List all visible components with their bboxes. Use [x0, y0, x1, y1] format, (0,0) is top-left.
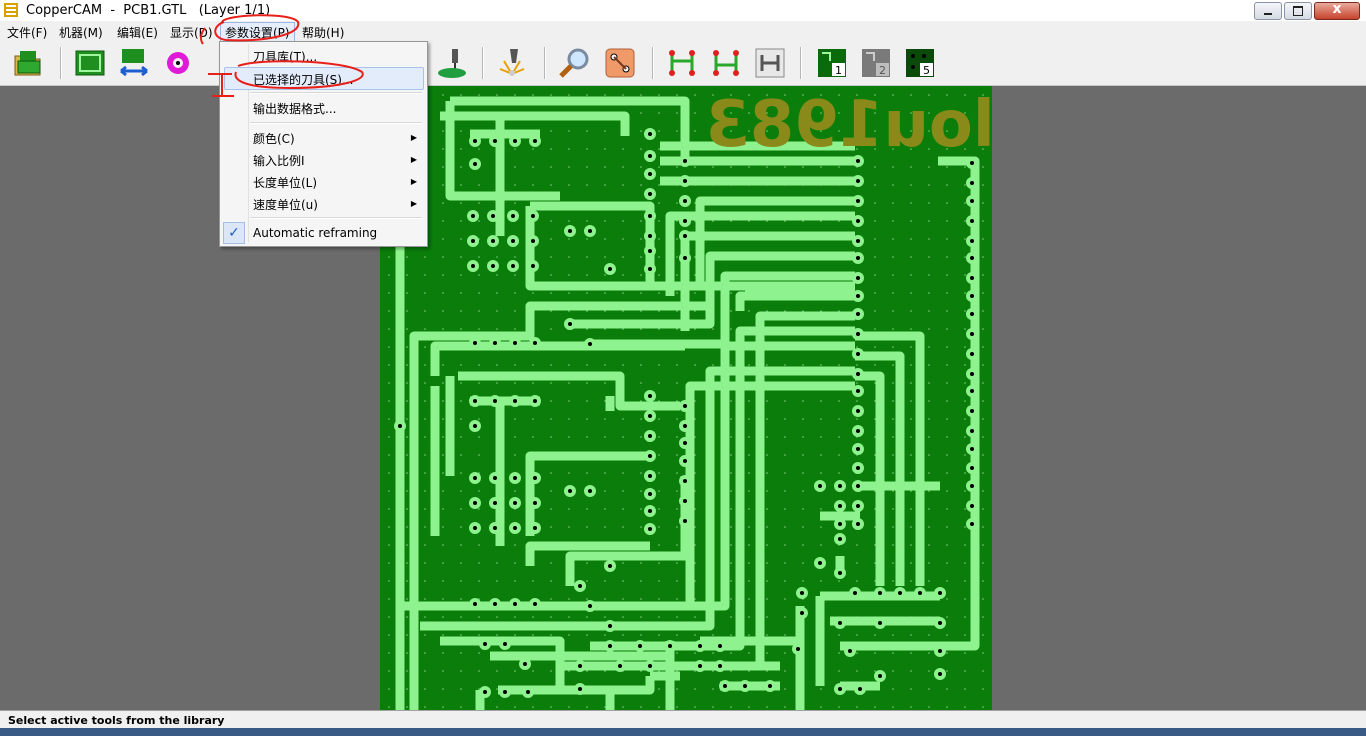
menu-separator — [250, 92, 422, 94]
submenu-arrow-icon: ▶ — [410, 199, 417, 208]
close-icon: x — [1332, 1, 1342, 17]
menu-item-speed-unit[interactable]: 速度单位(u) — [253, 196, 318, 213]
window-title: CopperCAM - PCB1.GTL (Layer 1/1) — [26, 3, 271, 18]
board-mirrored-text: lou1983 — [705, 88, 992, 162]
layer-5-label: 5 — [923, 64, 930, 77]
toolbar-separator — [800, 47, 802, 79]
menu-item-colors[interactable]: 颜色(C) — [253, 130, 295, 147]
menu-machine[interactable]: 机器(M) — [59, 24, 103, 41]
checkmark-icon: ✓ — [223, 222, 245, 244]
drawing-area[interactable]: lou1983 — [0, 86, 1366, 710]
layer-2-icon[interactable]: 2 — [860, 47, 892, 79]
open-folder-icon[interactable] — [12, 47, 44, 79]
menu-separator — [250, 122, 422, 124]
submenu-arrow-icon: ▶ — [410, 133, 417, 142]
menu-item-input-scale[interactable]: 输入比例I — [253, 152, 305, 169]
toolbar: 1 2 5 — [0, 41, 1366, 86]
milling-icon[interactable] — [436, 47, 468, 79]
menu-file[interactable]: 文件(F) — [7, 24, 47, 41]
window-controls: x — [1252, 1, 1360, 20]
layer-1-label: 1 — [835, 64, 842, 77]
drill-icon[interactable] — [496, 47, 528, 79]
submenu-arrow-icon: ▶ — [410, 155, 417, 164]
swap-arrows-icon[interactable] — [118, 47, 150, 79]
tracks-grey-icon[interactable] — [754, 47, 786, 79]
layer-2-label: 2 — [879, 64, 886, 77]
menu-help[interactable]: 帮助(H) — [302, 24, 344, 41]
minimize-icon — [1264, 13, 1272, 15]
maximize-button[interactable] — [1284, 2, 1312, 20]
title-bar: CopperCAM - PCB1.GTL (Layer 1/1) x — [0, 0, 1366, 22]
status-text: Select active tools from the library — [8, 714, 225, 727]
parameters-dropdown-menu: 刀具库(T)... 已选择的刀具(S)... 输出数据格式... 颜色(C) ▶… — [219, 41, 428, 247]
layer-5-icon[interactable]: 5 — [904, 47, 936, 79]
menu-bar: 文件(F) 机器(M) 编辑(E) 显示(D) 参数设置(P) 帮助(H) — [0, 21, 1366, 43]
zoom-icon[interactable] — [558, 47, 590, 79]
toolbar-separator — [482, 47, 484, 79]
menu-display[interactable]: 显示(D) — [170, 24, 213, 41]
menu-separator — [250, 217, 422, 219]
toolbar-separator — [544, 47, 546, 79]
toolbar-separator — [60, 47, 62, 79]
pcb-board: lou1983 — [380, 86, 992, 710]
restore-icon — [1293, 6, 1303, 16]
pads-icon[interactable] — [604, 47, 636, 79]
menu-item-length-unit[interactable]: 长度单位(L) — [253, 174, 317, 191]
taskbar — [0, 728, 1366, 736]
target-icon[interactable] — [162, 47, 194, 79]
board-icon[interactable] — [74, 47, 106, 79]
menu-item-tool-library[interactable]: 刀具库(T)... — [253, 48, 317, 65]
menu-item-output-format[interactable]: 输出数据格式... — [253, 100, 336, 117]
coppercam-app-icon — [4, 3, 18, 17]
tracks-icon[interactable] — [666, 47, 698, 79]
menu-parameters[interactable]: 参数设置(P) — [220, 22, 295, 43]
menu-edit[interactable]: 编辑(E) — [117, 24, 158, 41]
tracks-alt-icon[interactable] — [710, 47, 742, 79]
minimize-button[interactable] — [1254, 2, 1282, 20]
submenu-arrow-icon: ▶ — [410, 177, 417, 186]
menu-item-selected-tools-label: 已选择的刀具(S)... — [253, 73, 354, 87]
menu-item-automatic-reframing[interactable]: Automatic reframing — [253, 226, 377, 240]
close-button[interactable]: x — [1314, 1, 1360, 20]
toolbar-separator — [652, 47, 654, 79]
layer-1-icon[interactable]: 1 — [816, 47, 848, 79]
status-bar: Select active tools from the library — [0, 710, 1366, 729]
menu-item-selected-tools[interactable]: 已选择的刀具(S)... — [224, 67, 424, 90]
